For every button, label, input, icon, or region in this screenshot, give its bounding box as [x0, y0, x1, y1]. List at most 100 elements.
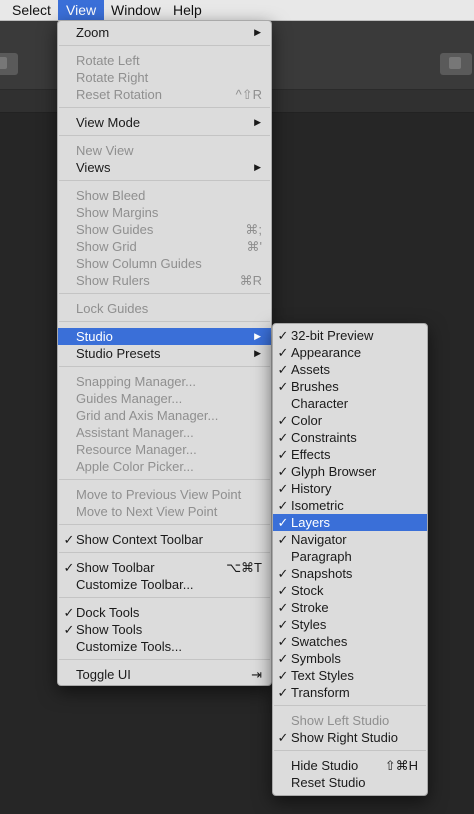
studio-menu-item-assets[interactable]: ✓ Assets: [273, 361, 427, 378]
view-menu-separator: [59, 597, 270, 598]
studio-submenu: ✓ 32-bit Preview ✓ Appearance ✓ Assets ✓ Brushe…: [272, 323, 428, 796]
studio-menu-item-label: 32-bit Preview: [291, 328, 374, 343]
studio-menu-item-label: Stock: [291, 583, 324, 598]
studio-menu-item-label: Layers: [291, 515, 331, 530]
view-menu-item-views[interactable]: Views ▶: [58, 159, 271, 176]
shortcut-label: ⌘R: [239, 273, 262, 288]
menu-window[interactable]: Window: [103, 0, 169, 20]
view-menu-item-zoom[interactable]: Zoom ▶: [58, 24, 271, 41]
view-menu-item-label: New View: [76, 143, 134, 158]
view-menu-item-lock-guides: Lock Guides: [58, 300, 271, 317]
view-menu-item-view-mode[interactable]: View Mode ▶: [58, 114, 271, 131]
view-menu-item-show-context-toolbar[interactable]: ✓ Show Context Toolbar: [58, 531, 271, 548]
view-menu-dropdown: Zoom ▶ Rotate Left Rotate Right Reset Rotati…: [57, 20, 272, 686]
toolbar-button-left-icon[interactable]: [0, 53, 18, 75]
view-menu-item-show-guides: Show Guides ⌘;: [58, 221, 271, 238]
view-menu-item-show-tools[interactable]: ✓ Show Tools: [58, 621, 271, 638]
view-menu-separator: [59, 524, 270, 525]
view-menu-item-snapping-manager: Snapping Manager...: [58, 373, 271, 390]
view-menu-item-dock-tools[interactable]: ✓ Dock Tools: [58, 604, 271, 621]
studio-menu-item-appearance[interactable]: ✓ Appearance: [273, 344, 427, 361]
checkmark-icon: ✓: [277, 345, 289, 360]
studio-menu-item-32-bit-preview[interactable]: ✓ 32-bit Preview: [273, 327, 427, 344]
studio-menu-item-navigator[interactable]: ✓ Navigator: [273, 531, 427, 548]
studio-menu-item-isometric[interactable]: ✓ Isometric: [273, 497, 427, 514]
studio-menu-item-label: Paragraph: [291, 549, 352, 564]
studio-menu-item-history[interactable]: ✓ History: [273, 480, 427, 497]
view-menu-item-label: Zoom: [76, 25, 110, 40]
view-menu-item-toggle-ui[interactable]: Toggle UI ⇥: [58, 666, 271, 683]
view-menu-item-label: Show Tools: [76, 622, 143, 637]
studio-menu-item-label: Show Right Studio: [291, 730, 398, 745]
studio-menu-item-paragraph[interactable]: Paragraph: [273, 548, 427, 565]
menu-view[interactable]: View: [58, 0, 105, 20]
studio-menu-item-brushes[interactable]: ✓ Brushes: [273, 378, 427, 395]
view-menu-item-label: Lock Guides: [76, 301, 149, 316]
studio-menu-item-swatches[interactable]: ✓ Swatches: [273, 633, 427, 650]
view-menu-item-grid-and-axis-manager: Grid and Axis Manager...: [58, 407, 271, 424]
studio-menu-item-stock[interactable]: ✓ Stock: [273, 582, 427, 599]
studio-menu-item-stroke[interactable]: ✓ Stroke: [273, 599, 427, 616]
studio-menu-item-label: Appearance: [291, 345, 362, 360]
checkmark-icon: ✓: [277, 430, 289, 445]
view-menu-item-show-grid: Show Grid ⌘': [58, 238, 271, 255]
checkmark-icon: ✓: [277, 600, 289, 615]
studio-menu-item-show-right-studio[interactable]: ✓ Show Right Studio: [273, 729, 427, 746]
view-menu-item-show-toolbar[interactable]: ✓ Show Toolbar ⌥⌘T: [58, 559, 271, 576]
view-menu-item-label: Move to Next View Point: [76, 504, 218, 519]
studio-menu-item-label: Character: [291, 396, 349, 411]
studio-menu-item-hide-studio[interactable]: Hide Studio ⇧⌘H: [273, 757, 427, 774]
submenu-arrow-icon: ▶: [254, 27, 261, 37]
submenu-arrow-icon: ▶: [254, 162, 261, 172]
studio-menu-item-symbols[interactable]: ✓ Symbols: [273, 650, 427, 667]
checkmark-icon: ✓: [277, 685, 289, 700]
view-menu-item-show-rulers: Show Rulers ⌘R: [58, 272, 271, 289]
studio-menu-item-effects[interactable]: ✓ Effects: [273, 446, 427, 463]
toolbar-button-right-icon[interactable]: [440, 53, 472, 75]
studio-menu-item-text-styles[interactable]: ✓ Text Styles: [273, 667, 427, 684]
studio-menu-item-glyph-browser[interactable]: ✓ Glyph Browser: [273, 463, 427, 480]
view-menu-item-studio-presets[interactable]: Studio Presets ▶: [58, 345, 271, 362]
menu-bar: Select View Window Help: [0, 0, 474, 21]
studio-menu-item-color[interactable]: ✓ Color: [273, 412, 427, 429]
view-menu-item-customize-toolbar[interactable]: Customize Toolbar...: [58, 576, 271, 593]
studio-menu-item-label: Effects: [291, 447, 331, 462]
view-menu-item-label: Snapping Manager...: [76, 374, 196, 389]
studio-menu-item-layers[interactable]: ✓ Layers: [273, 514, 427, 531]
studio-menu-item-label: Swatches: [291, 634, 348, 649]
view-menu-item-label: Show Column Guides: [76, 256, 202, 271]
view-menu-item-move-to-next-view-point: Move to Next View Point: [58, 503, 271, 520]
view-menu-item-guides-manager: Guides Manager...: [58, 390, 271, 407]
view-menu-item-show-bleed: Show Bleed: [58, 187, 271, 204]
menu-help[interactable]: Help: [165, 0, 210, 20]
studio-menu-item-transform[interactable]: ✓ Transform: [273, 684, 427, 701]
view-menu-item-label: Move to Previous View Point: [76, 487, 242, 502]
menu-select[interactable]: Select: [4, 0, 59, 20]
studio-menu-separator: [274, 750, 426, 751]
view-menu-separator: [59, 293, 270, 294]
view-menu-item-label: Show Rulers: [76, 273, 150, 288]
studio-menu-item-label: Reset Studio: [291, 775, 366, 790]
studio-menu-item-label: Glyph Browser: [291, 464, 377, 479]
shortcut-label: ⇥: [251, 667, 262, 682]
studio-menu-item-constraints[interactable]: ✓ Constraints: [273, 429, 427, 446]
checkmark-icon: ✓: [277, 617, 289, 632]
view-menu-item-new-view: New View: [58, 142, 271, 159]
view-menu-item-customize-tools[interactable]: Customize Tools...: [58, 638, 271, 655]
view-menu-separator: [59, 107, 270, 108]
studio-menu-item-label: Hide Studio: [291, 758, 359, 773]
view-menu-item-label: Grid and Axis Manager...: [76, 408, 219, 423]
studio-menu-item-label: Styles: [291, 617, 327, 632]
studio-menu-item-reset-studio[interactable]: Reset Studio: [273, 774, 427, 791]
view-menu-separator: [59, 180, 270, 181]
view-menu-item-studio[interactable]: Studio ▶: [58, 328, 271, 345]
studio-menu-item-snapshots[interactable]: ✓ Snapshots: [273, 565, 427, 582]
view-menu-item-label: Customize Tools...: [76, 639, 182, 654]
view-menu-item-rotate-left: Rotate Left: [58, 52, 271, 69]
studio-menu-item-label: Text Styles: [291, 668, 354, 683]
studio-menu-item-styles[interactable]: ✓ Styles: [273, 616, 427, 633]
view-menu-item-label: Rotate Right: [76, 70, 149, 85]
studio-menu-item-character[interactable]: Character: [273, 395, 427, 412]
studio-menu-item-label: Color: [291, 413, 323, 428]
checkmark-icon: ✓: [277, 447, 289, 462]
